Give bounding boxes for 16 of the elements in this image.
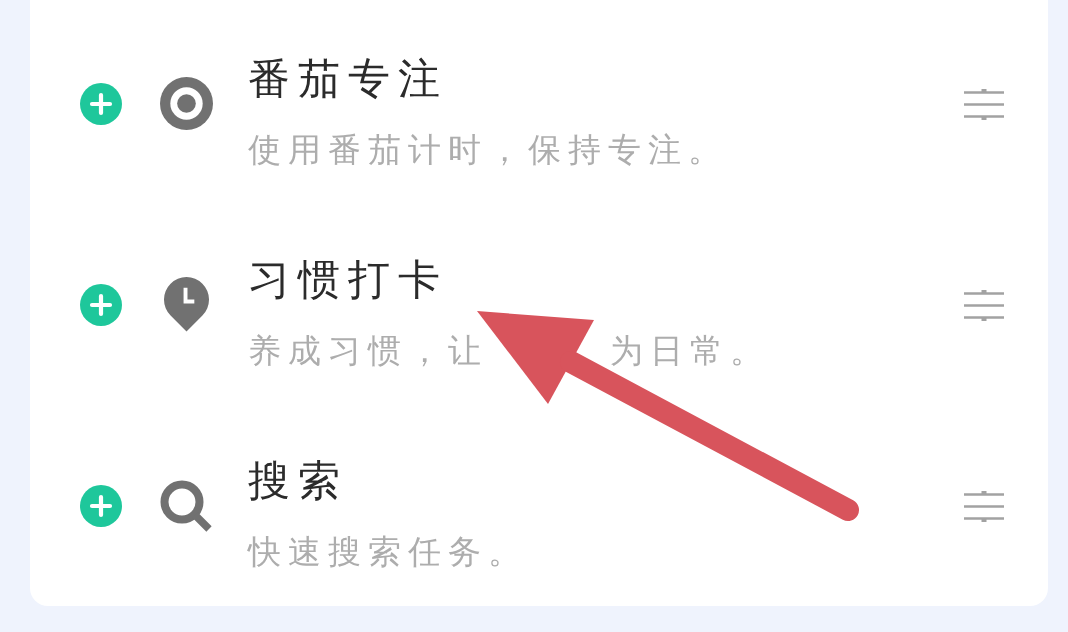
drag-handle-icon[interactable] [964, 87, 1004, 120]
item-description: 养成习惯，让 [248, 332, 488, 369]
item-title: 搜索 [248, 454, 348, 507]
drag-handle-icon[interactable] [964, 489, 1004, 522]
item-title: 番茄专注 [248, 52, 448, 105]
search-icon [159, 479, 213, 532]
item-description: 使用番茄计时，保持专注。 [248, 131, 728, 168]
target-icon [159, 77, 213, 130]
plus-circle-icon[interactable] [80, 283, 122, 326]
item-description: 为日常。 [610, 332, 770, 369]
item-title: 习惯打卡 [248, 253, 448, 306]
clock-pin-icon [162, 277, 210, 332]
plus-circle-icon[interactable] [80, 484, 122, 527]
item-description: 快速搜索任务。 [248, 533, 528, 570]
plus-circle-icon[interactable] [80, 82, 122, 125]
drag-handle-icon[interactable] [964, 288, 1004, 321]
